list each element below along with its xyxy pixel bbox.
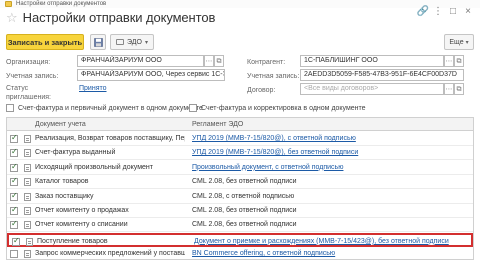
- row-checkbox[interactable]: [10, 147, 18, 158]
- link-icon[interactable]: 🔗: [417, 6, 429, 18]
- invoice-adjustment-checkbox[interactable]: [189, 104, 197, 112]
- row-checkbox[interactable]: [10, 191, 18, 201]
- row-regulation-link[interactable]: CML 2.08, без ответной подписи: [192, 175, 472, 189]
- table-row[interactable]: Отчет комитенту о списании CML 2.08, без …: [7, 218, 473, 233]
- row-regulation-link[interactable]: CML 2.08, без ответной подписи: [192, 204, 472, 218]
- document-icon: [24, 250, 31, 259]
- account-field[interactable]: ФРАНЧАЙЗАРИУМ ООО, Через сервис 1С-ЭДО: [77, 69, 225, 81]
- chevron-down-icon: ▾: [465, 39, 469, 46]
- row-document: Реализация, Возврат товаров поставщику, …: [35, 135, 185, 142]
- invoice-primary-option[interactable]: Счет-фактура и первичный документ в одно…: [6, 104, 203, 112]
- counterparty-field[interactable]: 1С-ПАБЛИШИНГ ООО: [300, 55, 444, 67]
- row-regulation-link[interactable]: УПД 2019 (ММВ-7-15/820@), без ответной п…: [192, 146, 472, 160]
- app-icon: [5, 1, 12, 7]
- document-icon: [26, 237, 33, 246]
- row-checkbox[interactable]: [10, 162, 18, 172]
- table-row[interactable]: Исходящий произвольный документ Произволь…: [7, 161, 473, 175]
- document-icon: [24, 178, 31, 187]
- organization-field[interactable]: ФРАНЧАЙЗАРИУМ ООО: [77, 55, 204, 67]
- row-document: Счет-фактура выданный: [35, 149, 116, 157]
- organization-select-button[interactable]: ⋯: [204, 55, 214, 67]
- cp-account-field[interactable]: 2AEDD3D5059-F585-47B3-951F-6E4CF00D37D: [300, 69, 464, 81]
- menu-dots-icon[interactable]: ⋮: [432, 6, 444, 18]
- toolbar: Записать и закрыть ЭДО ▾ Еще ▾: [6, 34, 474, 50]
- row-document: Отчет комитенту о продажах: [35, 207, 129, 214]
- status-label: Статус приглашения:: [6, 85, 51, 101]
- table-header: Документ учета Регламент ЭДО: [7, 118, 473, 131]
- document-icon: [24, 221, 31, 230]
- row-document: Отчет комитенту о списании: [35, 221, 128, 229]
- edo-label: ЭДО: [127, 38, 142, 46]
- row-regulation-link[interactable]: Произвольный документ, с ответной подпис…: [192, 161, 472, 175]
- row-checkbox[interactable]: [10, 250, 18, 259]
- invoice-primary-checkbox[interactable]: [6, 104, 14, 112]
- page-heading: ☆ Настройки отправки документов: [6, 10, 215, 25]
- status-link[interactable]: Принято: [79, 84, 107, 93]
- window-controls: 🔗 ⋮ □ ×: [417, 6, 474, 18]
- counterparty-label: Контрагент:: [247, 59, 286, 66]
- account-label: Учетная запись:: [6, 73, 59, 80]
- chevron-down-icon: ▾: [144, 39, 148, 46]
- cp-account-label: Учетная запись:: [247, 73, 300, 80]
- table-row[interactable]: Реализация, Возврат товаров поставщику, …: [7, 132, 473, 146]
- row-document: Исходящий произвольный документ: [35, 163, 153, 171]
- document-icon: [24, 192, 31, 201]
- organization-label: Организация:: [6, 59, 51, 66]
- close-icon[interactable]: ×: [462, 6, 474, 18]
- table-row[interactable]: Заказ поставщику CML 2.08, с ответной под…: [7, 190, 473, 204]
- contract-select-button[interactable]: ⋯: [444, 83, 454, 95]
- document-icon: [24, 149, 31, 158]
- save-button[interactable]: [90, 34, 106, 50]
- more-label: Еще: [449, 38, 464, 46]
- edo-icon: [116, 39, 124, 45]
- row-regulation-link[interactable]: BN Commerce offering, с ответной подпись…: [192, 247, 472, 259]
- row-document: Заказ поставщику: [35, 192, 94, 200]
- row-regulation-link[interactable]: УПД 2019 (ММВ-7-15/820@), с ответной под…: [192, 132, 472, 146]
- table-row[interactable]: Каталог товаров CML 2.08, без ответной по…: [7, 175, 473, 190]
- row-regulation-link[interactable]: CML 2.08, с ответной подписью: [192, 190, 472, 204]
- document-icon: [24, 207, 31, 215]
- organization-open-button[interactable]: ⧉: [214, 55, 224, 67]
- document-icon: [24, 163, 31, 172]
- more-menu-button[interactable]: Еще ▾: [444, 34, 474, 50]
- table-row[interactable]: Запрос коммерческих предложений у постав…: [7, 247, 473, 259]
- row-document: Каталог товаров: [35, 178, 89, 186]
- page-title: Настройки отправки документов: [22, 10, 216, 25]
- document-icon: [24, 135, 31, 143]
- contract-field[interactable]: <Все виды договоров>: [300, 83, 444, 95]
- row-checkbox[interactable]: [10, 133, 18, 143]
- row-document: Запрос коммерческих предложений у постав…: [35, 250, 185, 258]
- table-row[interactable]: Поступление товаровДокумент о приемке и …: [7, 232, 473, 247]
- column-regulation[interactable]: Регламент ЭДО: [192, 118, 243, 131]
- invoice-adjustment-label: Счет-фактура и корректировка в одном док…: [201, 104, 366, 112]
- invoice-adjustment-option[interactable]: Счет-фактура и корректировка в одном док…: [189, 104, 366, 112]
- counterparty-open-button[interactable]: ⧉: [454, 55, 464, 67]
- row-checkbox[interactable]: [10, 176, 18, 187]
- window-titlebar: Настройки отправки документов: [0, 0, 480, 8]
- save-and-close-button[interactable]: Записать и закрыть: [6, 34, 84, 50]
- floppy-disk-icon: [93, 37, 103, 47]
- row-checkbox[interactable]: [12, 236, 20, 246]
- counterparty-select-button[interactable]: ⋯: [444, 55, 454, 67]
- invoice-primary-label: Счет-фактура и первичный документ в одно…: [18, 104, 203, 112]
- contract-open-button[interactable]: ⧉: [454, 83, 464, 95]
- contract-label: Договор:: [247, 87, 276, 94]
- row-regulation-link[interactable]: CML 2.08, без ответной подписи: [192, 218, 472, 232]
- documents-table: Документ учета Регламент ЭДО Реализация,…: [6, 117, 474, 260]
- edo-menu-button[interactable]: ЭДО ▾: [110, 34, 154, 50]
- row-checkbox[interactable]: [10, 205, 18, 215]
- maximize-icon[interactable]: □: [447, 6, 459, 18]
- favorite-star-icon[interactable]: ☆: [6, 11, 18, 24]
- table-row[interactable]: Счет-фактура выданный УПД 2019 (ММВ-7-15/…: [7, 146, 473, 161]
- column-document[interactable]: Документ учета: [35, 118, 86, 131]
- row-checkbox[interactable]: [10, 219, 18, 230]
- titlebar-text: Настройки отправки документов: [16, 1, 107, 7]
- table-row[interactable]: Отчет комитенту о продажах CML 2.08, без …: [7, 204, 473, 218]
